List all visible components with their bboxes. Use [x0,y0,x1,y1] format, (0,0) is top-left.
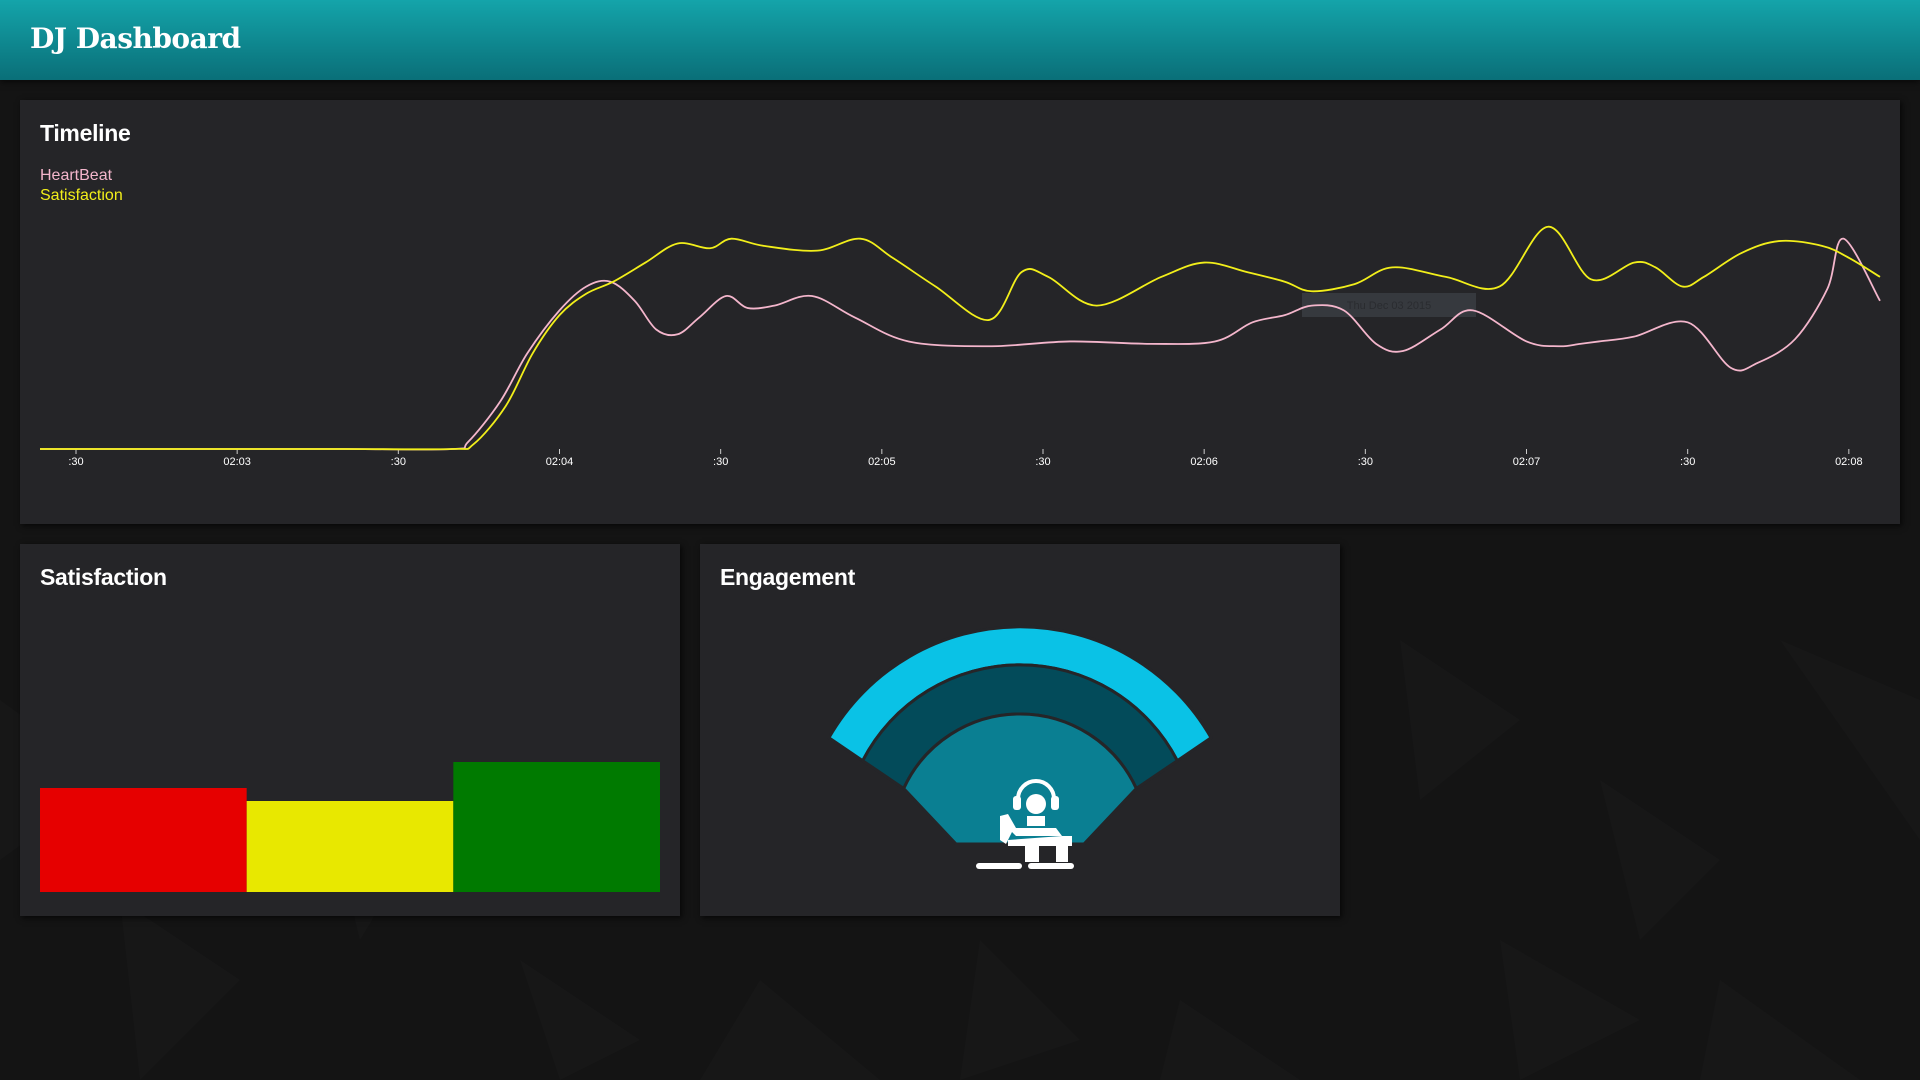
x-tick-label: :30 [1358,456,1373,468]
timeline-card: Timeline HeartBeat Satisfaction :30 02:03… [20,100,1900,524]
x-tick-label: :30 [1035,456,1050,468]
satisfaction-bar-chart[interactable] [20,544,680,916]
series-line-heartbeat[interactable] [40,237,1881,451]
x-tick-label: 02:07 [1513,456,1541,468]
x-tick-label: 02:03 [223,456,251,468]
x-tick-label: 02:04 [546,456,574,468]
x-tick-label: 02:06 [1190,456,1218,468]
timeline-chart[interactable]: :30 02:03 :30 02:04 :30 02:05 :30 02:06 :30 02:07… [20,100,1900,524]
satisfaction-bar[interactable] [246,801,454,892]
chart-tooltip-text: Thu Dec 03 2015 [1347,300,1431,312]
x-tick-label: 02:05 [868,456,896,468]
engagement-card: Engagement [700,544,1340,916]
satisfaction-bar[interactable] [40,788,247,892]
x-tick-label: 02:08 [1835,456,1863,468]
app-title: DJ Dashboard [30,22,241,55]
series-line-satisfaction[interactable] [40,225,1881,451]
engagement-gauge [826,625,1214,869]
satisfaction-card: Satisfaction [20,544,680,916]
header-bar: DJ Dashboard [0,0,1920,80]
x-tick-label: :30 [1680,456,1695,468]
x-tick-label: :30 [713,456,728,468]
x-tick-label: :30 [391,456,406,468]
satisfaction-bar[interactable] [453,762,660,892]
x-tick-label: :30 [68,456,83,468]
